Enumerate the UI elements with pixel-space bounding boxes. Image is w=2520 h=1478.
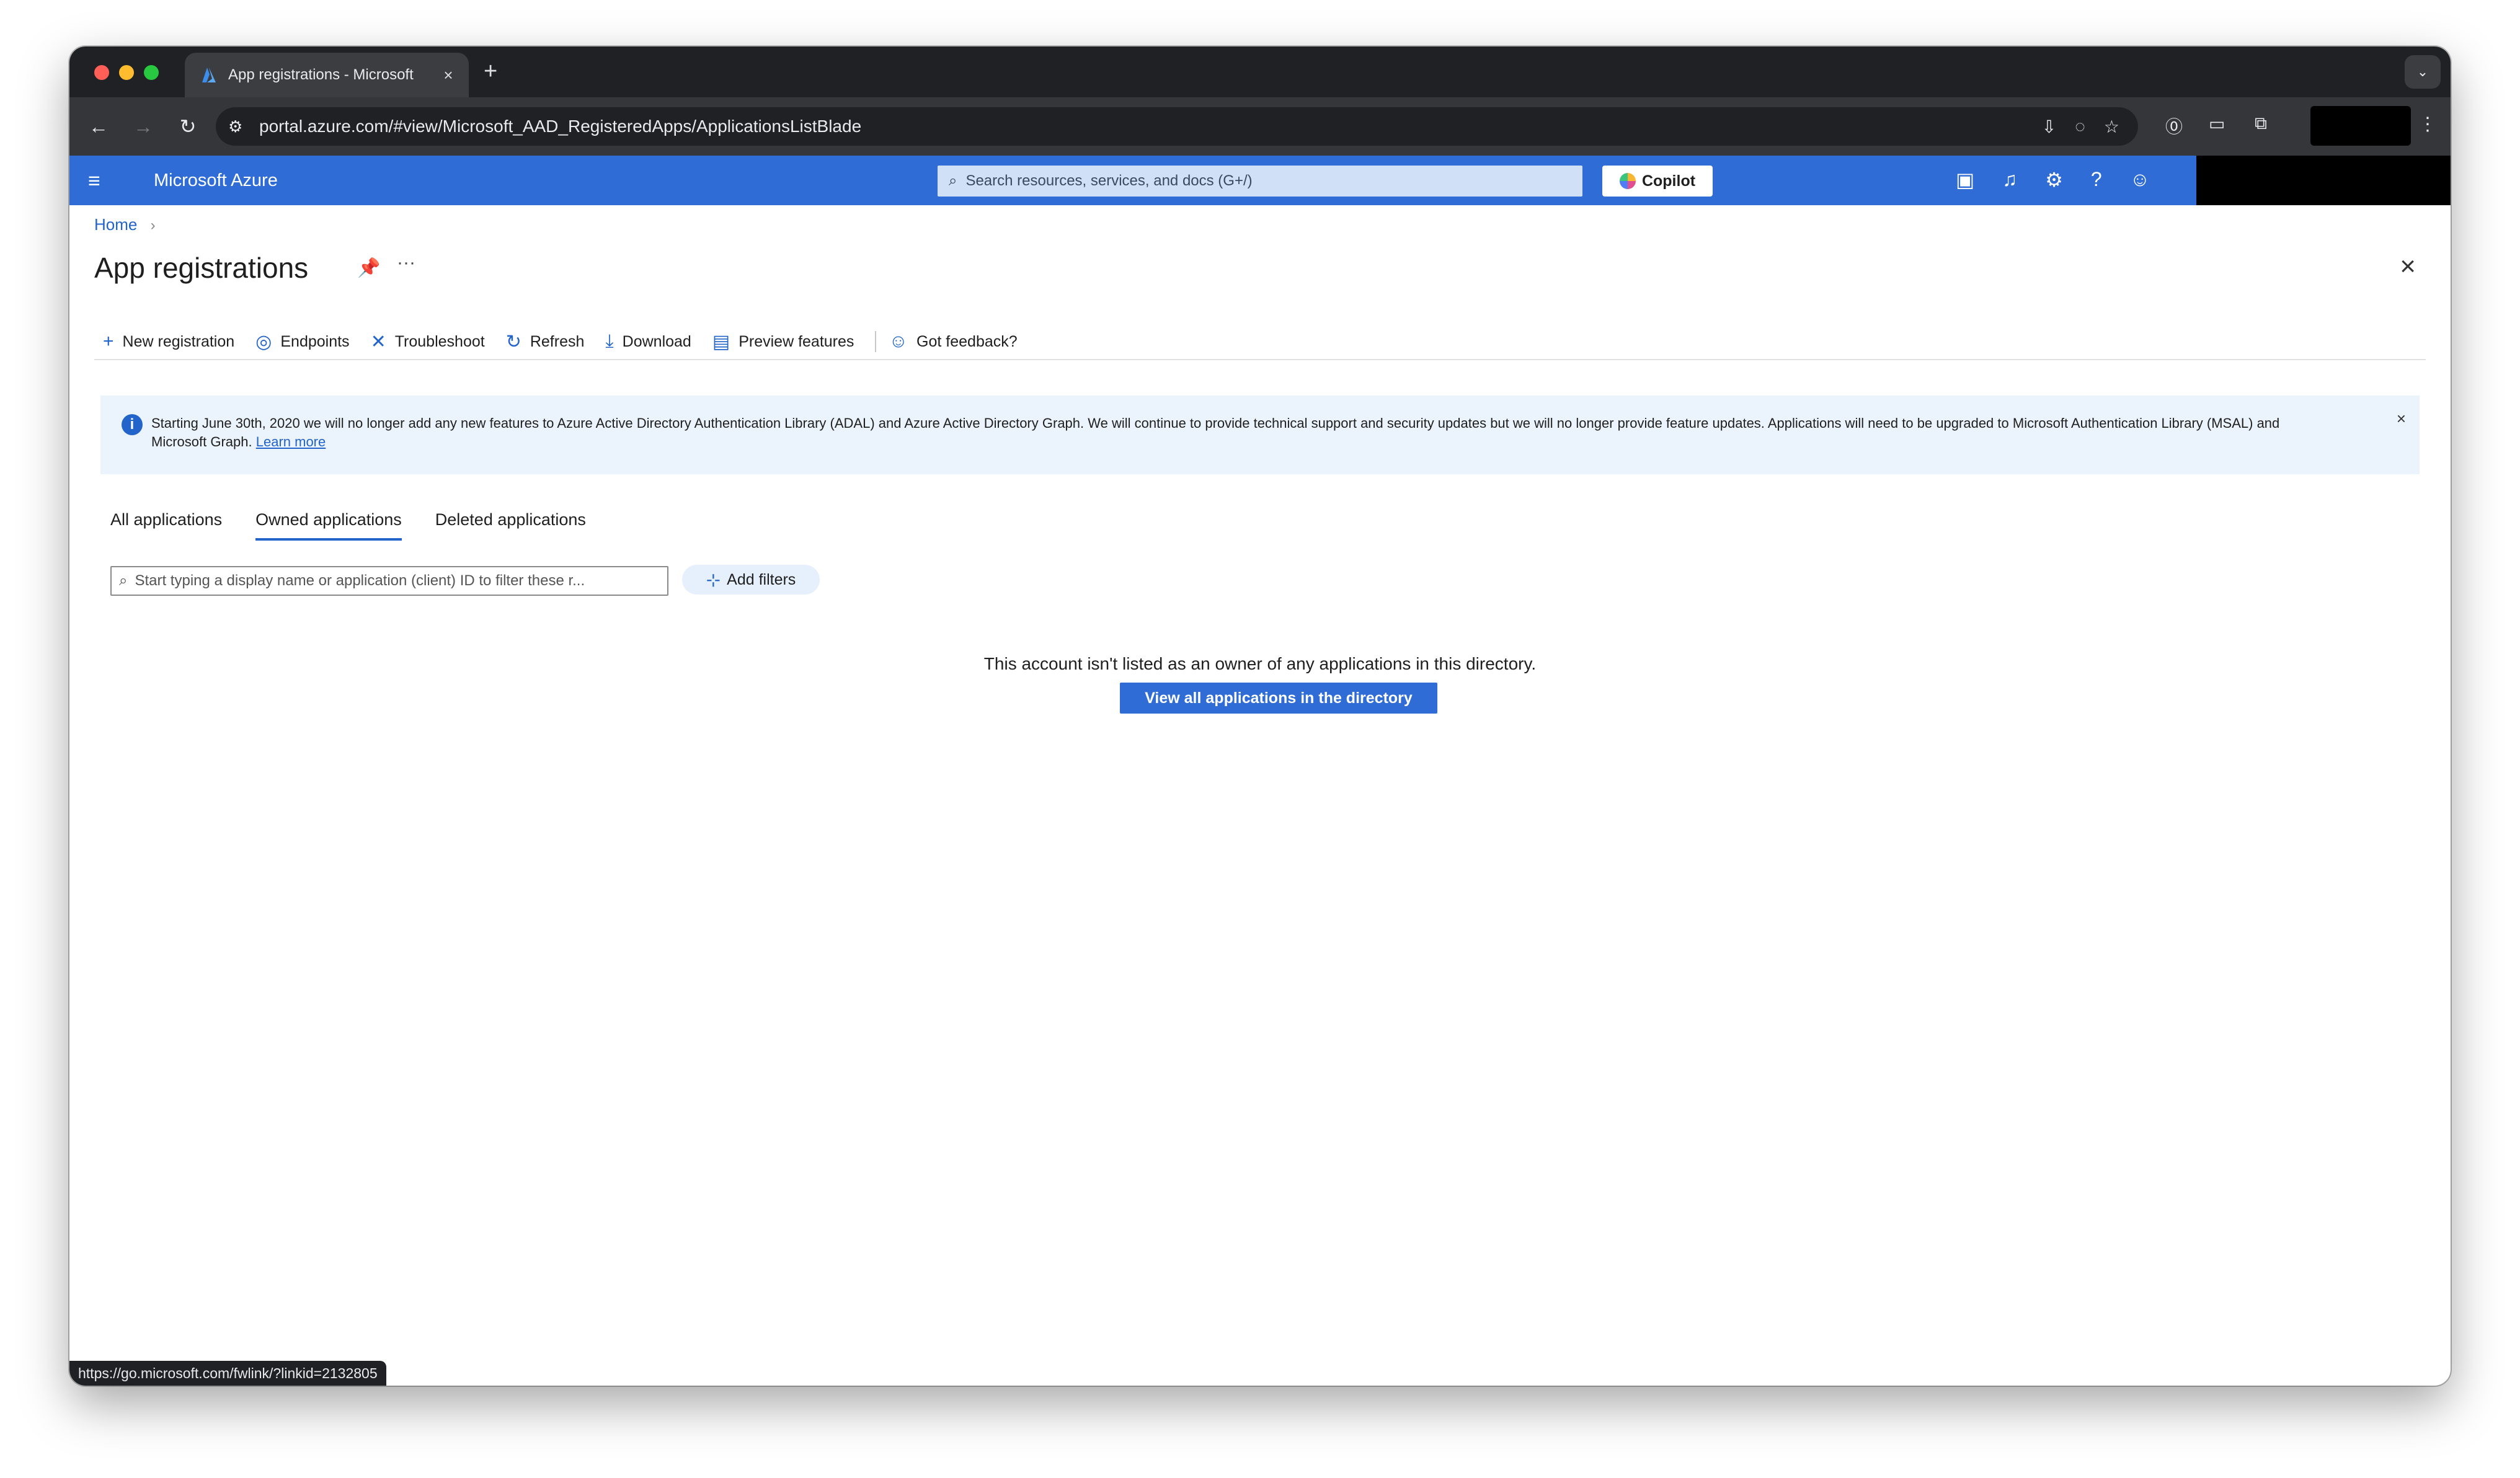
add-filter-icon: ⊹ <box>706 570 721 590</box>
minimize-window-button[interactable] <box>119 65 134 80</box>
maximize-window-button[interactable] <box>144 65 159 80</box>
site-settings-icon[interactable]: ⚙ <box>228 117 253 136</box>
toggle-extension-icon[interactable]: ▭ <box>2209 113 2225 134</box>
add-filters-button[interactable]: ⊹ Add filters <box>682 565 820 595</box>
portal-menu-icon[interactable]: ≡ <box>88 169 100 193</box>
download-icon: ⤓ <box>605 331 614 352</box>
troubleshoot-label: Troubleshoot <box>394 332 485 350</box>
new-registration-label: New registration <box>122 332 235 350</box>
tab-owned-applications[interactable]: Owned applications <box>255 510 402 541</box>
empty-state-message: This account isn't listed as an owner of… <box>983 654 1537 673</box>
address-bar[interactable]: ⚙ portal.azure.com/#view/Microsoft_AAD_R… <box>216 107 2138 146</box>
command-divider <box>875 331 877 352</box>
browser-toolbar: ← → ↻ ⚙ portal.azure.com/#view/Microsoft… <box>69 97 2451 156</box>
profile-button[interactable] <box>2310 106 2411 146</box>
feedback-person-icon: ☺ <box>889 331 908 352</box>
settings-gear-icon[interactable]: ⚙ <box>2045 168 2063 192</box>
azure-logo-icon <box>202 68 216 82</box>
refresh-label: Refresh <box>530 332 585 350</box>
deprecation-banner: i Starting June 30th, 2020 we will no lo… <box>100 396 2420 474</box>
global-search-placeholder: Search resources, services, and docs (G+… <box>965 172 1253 189</box>
copilot-icon <box>1619 173 1636 189</box>
refresh-icon: ↻ <box>505 331 521 352</box>
copilot-label: Copilot <box>1641 172 1696 190</box>
cloud-shell-icon[interactable]: ▣ <box>1956 168 1974 192</box>
forward-arrow-icon[interactable]: → <box>129 112 158 141</box>
refresh-button[interactable]: ↻ Refresh <box>506 331 585 353</box>
feedback-icon[interactable]: ☺ <box>2130 168 2150 192</box>
add-filters-label: Add filters <box>727 570 796 588</box>
browser-window: App registrations - Microsoft × + ⌄ ← → … <box>69 46 2451 1386</box>
wrench-icon: ✕ <box>370 331 386 352</box>
close-blade-icon[interactable]: × <box>2400 251 2416 282</box>
browser-tab-active[interactable]: App registrations - Microsoft × <box>185 53 469 97</box>
global-search-input[interactable]: ⌕ Search resources, services, and docs (… <box>938 166 1582 197</box>
tracking-protection-icon[interactable]: ◌ <box>2075 117 2085 136</box>
pin-icon[interactable]: 📌 <box>357 257 380 279</box>
banner-text-container: Starting June 30th, 2020 we will no long… <box>151 396 2334 474</box>
url-text[interactable]: portal.azure.com/#view/Microsoft_AAD_Reg… <box>259 117 861 136</box>
azure-header-actions: ▣ ♫ ⚙ ? ☺ <box>1956 168 2150 192</box>
more-options-icon[interactable]: ··· <box>397 252 415 273</box>
bookmark-star-icon[interactable]: ☆ <box>2104 117 2119 137</box>
preview-features-icon: ▤ <box>712 331 730 352</box>
status-bar-url: https://go.microsoft.com/fwlink/?linkid=… <box>69 1361 386 1386</box>
feedback-button[interactable]: ☺ Got feedback? <box>889 331 1017 352</box>
chevron-right-icon: › <box>150 217 156 234</box>
preview-features-button[interactable]: ▤ Preview features <box>712 331 854 353</box>
tab-all-applications[interactable]: All applications <box>110 510 222 541</box>
application-tabs: All applications Owned applications Dele… <box>110 510 586 541</box>
breadcrumb: Home › <box>94 215 156 234</box>
account-area[interactable] <box>2196 156 2451 205</box>
browser-menu-icon[interactable]: ⋮ <box>2418 113 2437 135</box>
learn-more-link[interactable]: Learn more <box>256 434 326 449</box>
notifications-bell-icon[interactable]: ♫ <box>2002 168 2017 192</box>
extensions-puzzle-icon[interactable]: ⧉ <box>2255 113 2267 134</box>
password-manager-extension-icon[interactable]: ⓪ <box>2165 113 2183 138</box>
endpoints-label: Endpoints <box>280 332 350 350</box>
azure-brand[interactable]: Microsoft Azure <box>154 170 278 191</box>
download-button[interactable]: ⤓ Download <box>605 331 691 352</box>
help-icon[interactable]: ? <box>2091 168 2102 192</box>
install-app-icon[interactable]: ⇩ <box>2042 117 2056 137</box>
browser-tab-strip: App registrations - Microsoft × + ⌄ <box>69 46 2451 97</box>
close-window-button[interactable] <box>94 65 109 80</box>
breadcrumb-home-link[interactable]: Home <box>94 215 137 234</box>
info-icon: i <box>122 414 143 435</box>
address-bar-actions: ⇩ ◌ ☆ <box>2042 107 2119 146</box>
filter-input[interactable]: ⌕ Start typing a display name or applica… <box>110 566 668 596</box>
filter-placeholder: Start typing a display name or applicati… <box>135 572 585 589</box>
tab-close-icon[interactable]: × <box>439 66 458 85</box>
search-icon: ⌕ <box>119 572 128 589</box>
tab-title: App registrations - Microsoft <box>228 66 414 83</box>
banner-message: Starting June 30th, 2020 we will no long… <box>151 415 2280 449</box>
new-registration-button[interactable]: + New registration <box>94 331 234 352</box>
troubleshoot-button[interactable]: ✕ Troubleshoot <box>371 331 485 353</box>
view-all-applications-button[interactable]: View all applications in the directory <box>1120 683 1437 714</box>
new-tab-button[interactable]: + <box>484 59 497 84</box>
preview-features-label: Preview features <box>739 332 854 350</box>
copilot-button[interactable]: Copilot <box>1602 166 1713 197</box>
download-label: Download <box>622 332 691 350</box>
tab-search-button[interactable]: ⌄ <box>2405 55 2441 89</box>
feedback-label: Got feedback? <box>916 332 1018 350</box>
banner-close-icon[interactable]: × <box>2397 409 2406 428</box>
back-arrow-icon[interactable]: ← <box>84 112 113 141</box>
tab-deleted-applications[interactable]: Deleted applications <box>435 510 586 541</box>
endpoints-button[interactable]: ◎ Endpoints <box>255 331 349 353</box>
plus-icon: + <box>103 331 114 352</box>
command-bar: + New registration ◎ Endpoints ✕ Trouble… <box>94 324 2426 360</box>
page-title: App registrations <box>94 252 309 284</box>
reload-icon[interactable]: ↻ <box>174 112 202 141</box>
azure-top-bar: ≡ Microsoft Azure ⌕ Search resources, se… <box>69 156 2451 205</box>
search-icon: ⌕ <box>949 172 957 189</box>
globe-icon: ◎ <box>255 331 272 352</box>
